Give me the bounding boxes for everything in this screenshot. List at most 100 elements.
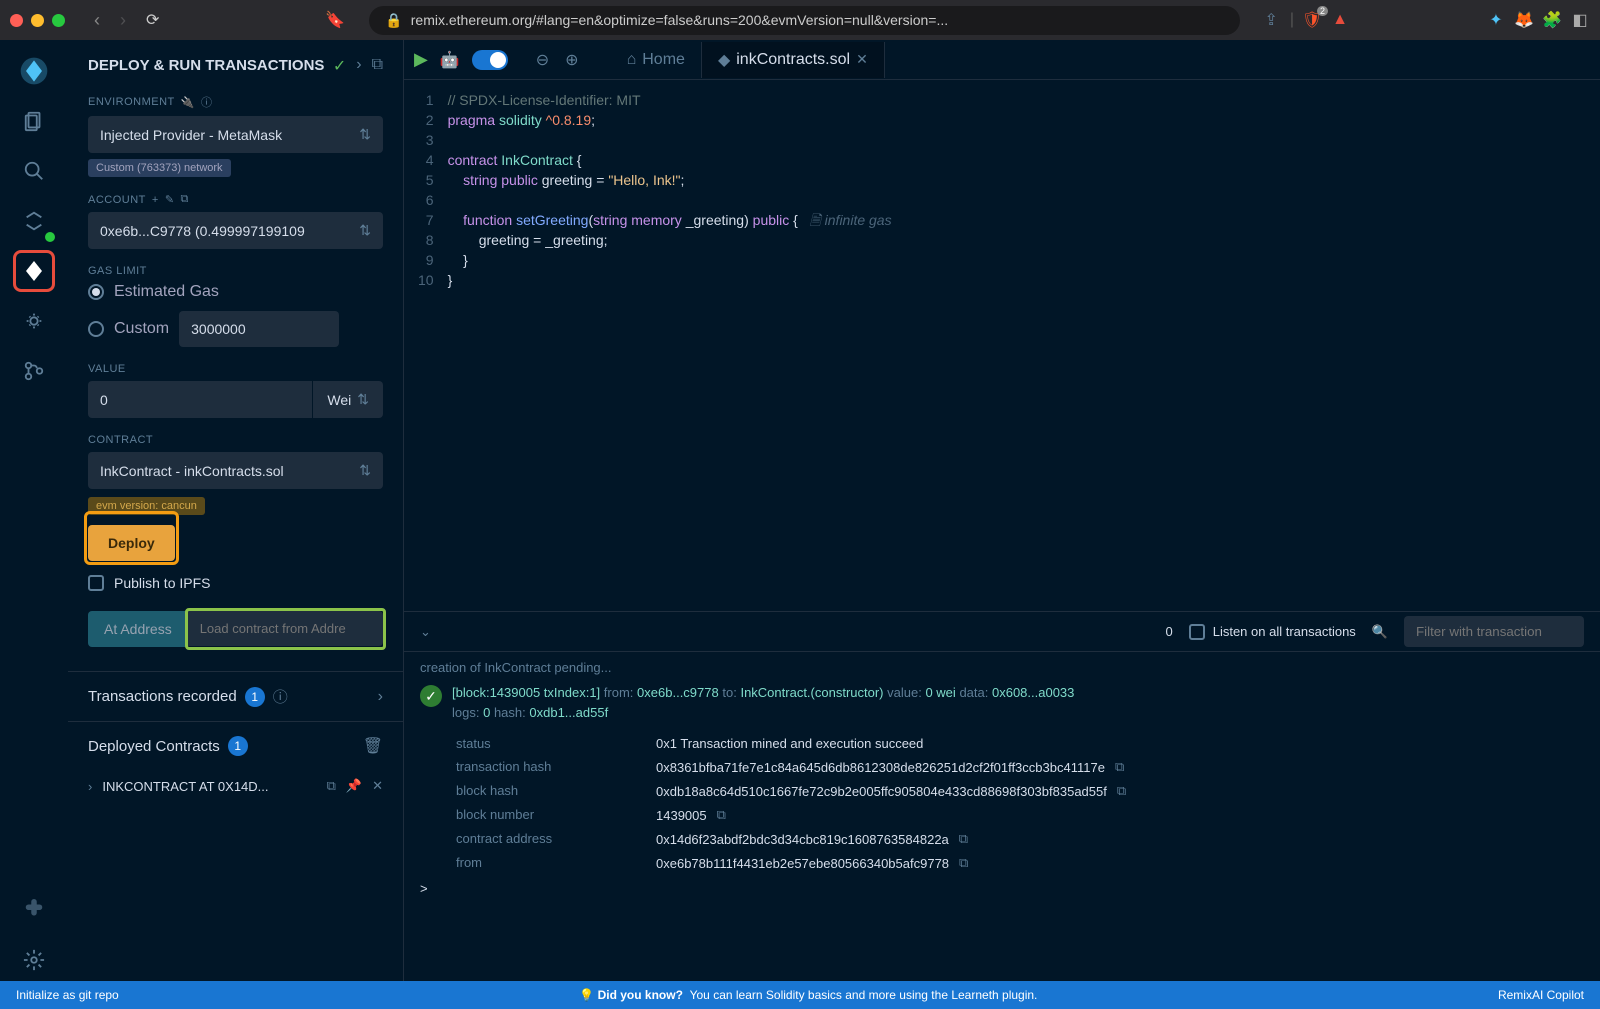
address-bar[interactable]: 🔒 remix.ethereum.org/#lang=en&optimize=f… bbox=[369, 6, 1240, 35]
value-label: VALUE bbox=[88, 363, 383, 375]
extensions-icon[interactable]: 🧩 bbox=[1542, 10, 1562, 30]
contract-dropdown[interactable]: InkContract - inkContracts.sol ⇅ bbox=[88, 452, 383, 489]
chevron-down-icon: ⇅ bbox=[359, 462, 371, 479]
pin-icon[interactable]: 📌 bbox=[346, 778, 362, 794]
deploy-button[interactable]: Deploy bbox=[88, 525, 175, 561]
git-icon[interactable] bbox=[13, 350, 55, 392]
deploy-run-icon[interactable] bbox=[13, 250, 55, 292]
copy-icon[interactable]: ⧉ bbox=[959, 831, 968, 847]
compiler-icon[interactable] bbox=[13, 200, 55, 242]
env-info-icon[interactable]: ⓘ bbox=[201, 94, 213, 110]
remix-logo-icon[interactable] bbox=[13, 50, 55, 92]
zoom-in-icon[interactable]: ⊕ bbox=[561, 46, 582, 74]
at-address-button[interactable]: At Address bbox=[88, 611, 188, 647]
tx-blocknum-row: block number1439005⧉ bbox=[456, 803, 1584, 827]
gas-estimated-radio[interactable]: Estimated Gas bbox=[88, 283, 383, 301]
tab-inkcontracts[interactable]: ◆ inkContracts.sol ✕ bbox=[702, 42, 885, 78]
compiler-success-badge bbox=[43, 230, 57, 244]
back-button[interactable]: ‹ bbox=[88, 6, 106, 35]
code-editor[interactable]: 12345678910 // SPDX-License-Identifier: … bbox=[404, 80, 1600, 611]
terminal-body[interactable]: creation of InkContract pending... ✓ [bl… bbox=[404, 652, 1600, 981]
maximize-window[interactable] bbox=[52, 14, 65, 27]
chevron-right-icon: › bbox=[378, 688, 383, 706]
contract-label: CONTRACT bbox=[88, 434, 383, 446]
at-address-input[interactable] bbox=[188, 611, 383, 646]
editor-area: ▶ 🤖 ⊖ ⊕ ⌂ Home ◆ inkContracts.sol ✕ 1234… bbox=[404, 40, 1600, 981]
minimize-window[interactable] bbox=[31, 14, 44, 27]
panel-layout-icon[interactable]: ⧉ bbox=[372, 56, 383, 76]
value-unit-dropdown[interactable]: Wei ⇅ bbox=[312, 381, 383, 418]
tx-contract-address-row: contract address0x14d6f23abdf2bdc3d34cbc… bbox=[456, 827, 1584, 851]
brave-shield-icon[interactable]: 🛡2 bbox=[1302, 10, 1322, 30]
account-dropdown[interactable]: 0xe6b...C9778 (0.499997199109 ⇅ bbox=[88, 212, 383, 249]
copilot-toggle[interactable] bbox=[472, 50, 508, 70]
listen-all-checkbox[interactable]: Listen on all transactions bbox=[1189, 624, 1356, 640]
chevron-right-icon: › bbox=[88, 779, 92, 794]
ext-icon-1[interactable]: ✦ bbox=[1486, 10, 1506, 30]
chevron-down-icon: ⇅ bbox=[359, 126, 371, 143]
panel-check-icon[interactable]: ✓ bbox=[333, 56, 346, 76]
terminal-prompt[interactable]: > bbox=[420, 875, 1584, 902]
tx-summary[interactable]: [block:1439005 txIndex:1] from: 0xe6b...… bbox=[452, 683, 1074, 722]
tx-count-badge: 1 bbox=[245, 687, 265, 707]
panel-title: DEPLOY & RUN TRANSACTIONS bbox=[88, 56, 324, 76]
copy-icon[interactable]: ⧉ bbox=[1117, 783, 1126, 799]
env-dropdown[interactable]: Injected Provider - MetaMask ⇅ bbox=[88, 116, 383, 153]
info-icon[interactable]: ⓘ bbox=[273, 686, 288, 707]
did-you-know: 💡 Did you know? You can learn Solidity b… bbox=[579, 988, 1037, 1002]
share-icon[interactable]: ⇪ bbox=[1260, 6, 1281, 34]
run-icon[interactable]: ▶ bbox=[414, 49, 428, 70]
file-explorer-icon[interactable] bbox=[13, 100, 55, 142]
tx-from-row: from0xe6b78b111f4431eb2e57ebe80566340b5a… bbox=[456, 851, 1584, 875]
tx-status-row: status0x1 Transaction mined and executio… bbox=[456, 732, 1584, 755]
code-content[interactable]: // SPDX-License-Identifier: MIT pragma s… bbox=[448, 80, 1600, 611]
env-label: ENVIRONMENT bbox=[88, 96, 175, 108]
terminal: ⌄ 0 Listen on all transactions 🔍 creatio… bbox=[404, 611, 1600, 981]
copy-icon[interactable]: ⧉ bbox=[1115, 759, 1124, 775]
chevron-down-icon: ⇅ bbox=[357, 391, 369, 408]
account-copy-icon[interactable]: ⧉ bbox=[181, 193, 189, 206]
trash-icon[interactable]: 🗑 bbox=[363, 736, 383, 756]
close-tab-icon[interactable]: ✕ bbox=[856, 51, 868, 68]
deployed-count-badge: 1 bbox=[228, 736, 248, 756]
close-icon[interactable]: ✕ bbox=[372, 778, 383, 794]
search-icon[interactable] bbox=[13, 150, 55, 192]
robot-icon[interactable]: 🤖 bbox=[436, 46, 464, 74]
bookmark-icon[interactable]: 🔖 bbox=[321, 6, 349, 34]
tx-hash-row: transaction hash0x8361bfba71fe7e1c84a645… bbox=[456, 755, 1584, 779]
terminal-filter-input[interactable] bbox=[1404, 616, 1584, 647]
brave-rewards-icon[interactable]: ▲ bbox=[1330, 10, 1350, 30]
plugin-manager-icon[interactable] bbox=[13, 889, 55, 931]
zoom-out-icon[interactable]: ⊖ bbox=[532, 46, 553, 74]
settings-icon[interactable] bbox=[13, 939, 55, 981]
copy-icon[interactable]: ⧉ bbox=[717, 807, 726, 823]
status-bar: Initialize as git repo 💡 Did you know? Y… bbox=[0, 981, 1600, 1009]
reload-button[interactable]: ⟳ bbox=[140, 6, 165, 34]
editor-toolbar: ▶ 🤖 ⊖ ⊕ ⌂ Home ◆ inkContracts.sol ✕ bbox=[404, 40, 1600, 80]
panel-expand-icon[interactable]: › bbox=[356, 56, 361, 76]
metamask-icon[interactable]: 🦊 bbox=[1514, 10, 1534, 30]
terminal-search-icon[interactable]: 🔍 bbox=[1372, 624, 1388, 640]
publish-ipfs-checkbox[interactable]: Publish to IPFS bbox=[88, 575, 383, 591]
transactions-recorded-section[interactable]: Transactions recorded 1 ⓘ › bbox=[68, 671, 403, 721]
traffic-lights bbox=[10, 14, 65, 27]
copy-icon[interactable]: ⧉ bbox=[327, 778, 336, 794]
copy-icon[interactable]: ⧉ bbox=[959, 855, 968, 871]
git-init-link[interactable]: Initialize as git repo bbox=[16, 988, 119, 1002]
forward-button[interactable]: › bbox=[114, 6, 132, 35]
gas-custom-input[interactable] bbox=[179, 311, 339, 347]
close-window[interactable] bbox=[10, 14, 23, 27]
tab-home[interactable]: ⌂ Home bbox=[611, 42, 702, 78]
copilot-link[interactable]: RemixAI Copilot bbox=[1498, 988, 1584, 1002]
account-add-icon[interactable]: + bbox=[152, 194, 159, 206]
sidebar-toggle-icon[interactable]: ◧ bbox=[1570, 10, 1590, 30]
divider: | bbox=[1290, 11, 1294, 29]
debugger-icon[interactable] bbox=[13, 300, 55, 342]
success-icon: ✓ bbox=[420, 685, 442, 707]
value-input[interactable] bbox=[88, 381, 312, 418]
deployed-contract-item[interactable]: › INKCONTRACT AT 0X14D... ⧉ 📌 ✕ bbox=[68, 770, 403, 802]
gas-custom-radio[interactable]: Custom bbox=[88, 311, 383, 347]
terminal-collapse-icon[interactable]: ⌄ bbox=[420, 624, 431, 640]
env-plug-icon[interactable]: 🔌 bbox=[181, 96, 195, 109]
account-edit-icon[interactable]: ✎ bbox=[165, 193, 175, 206]
